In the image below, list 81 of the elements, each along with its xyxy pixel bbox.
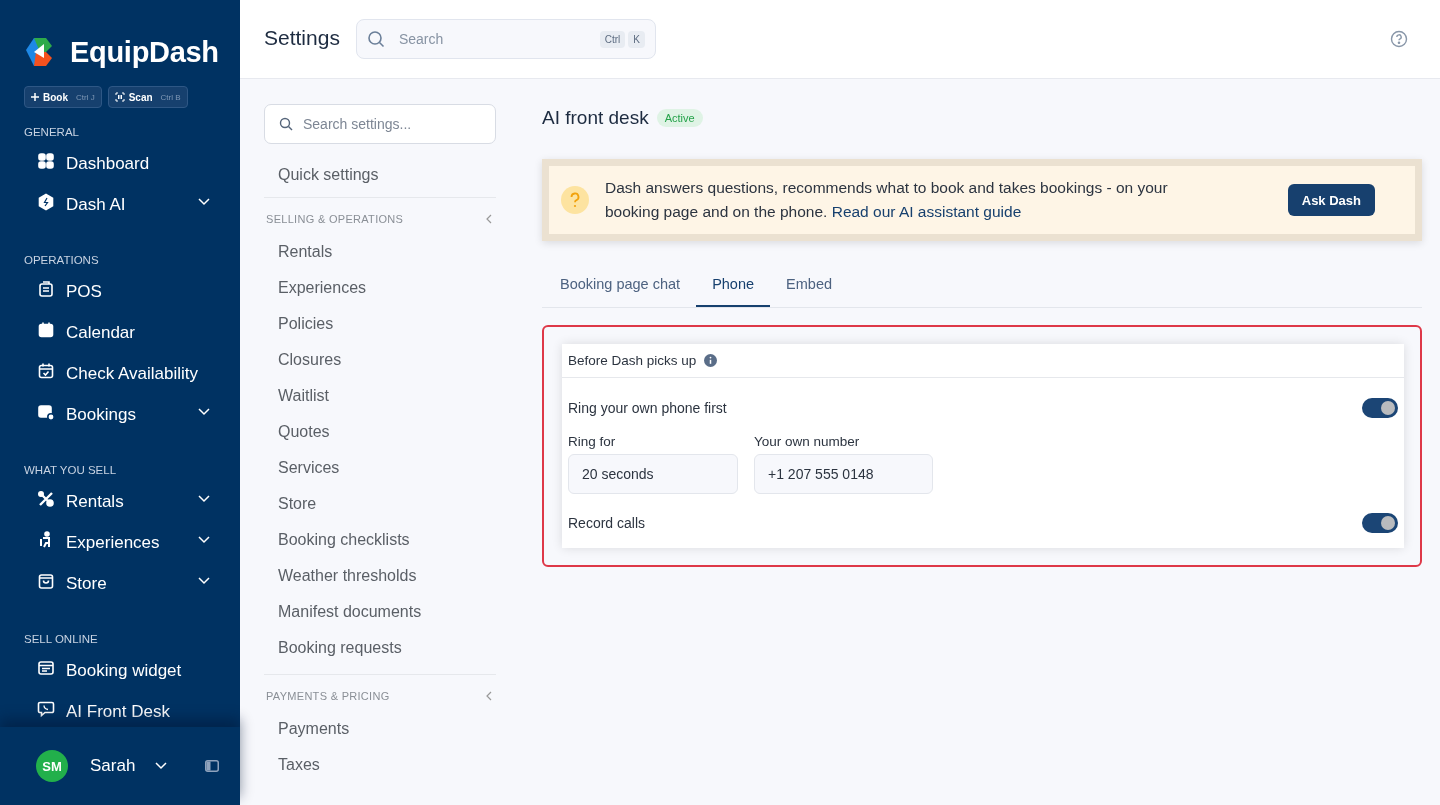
ask-dash-button[interactable]: Ask Dash [1287, 184, 1375, 216]
card-title: Before Dash picks up [568, 353, 697, 368]
help-icon[interactable] [1390, 30, 1408, 48]
nav-item[interactable]: Dash AI [24, 184, 240, 225]
quick-action-button[interactable]: Book Ctrl J [24, 86, 102, 108]
settings-group-title: PAYMENTS & PRICING [266, 690, 390, 702]
nav-item[interactable]: Rentals [24, 481, 240, 522]
status-badge: Active [656, 109, 703, 127]
tab[interactable]: Booking page chat [544, 263, 697, 307]
section-title: AI front desk [542, 107, 649, 129]
setting-label: Ring your own phone first [568, 400, 727, 416]
search-input[interactable]: Search [396, 30, 598, 48]
settings-link[interactable]: Taxes [264, 747, 496, 783]
settings-link[interactable]: Payments [264, 711, 496, 747]
collapse-icon[interactable] [486, 691, 492, 701]
toggle-switch[interactable] [1362, 513, 1398, 533]
settings-link[interactable]: Booking requests [264, 630, 496, 666]
collapse-icon[interactable] [486, 214, 492, 224]
settings-link[interactable]: Booking checklists [264, 522, 496, 558]
chevron-down-icon[interactable] [155, 762, 168, 770]
calendar-icon [37, 402, 55, 421]
sidebar-toggle-icon[interactable] [205, 760, 220, 772]
field-label: Your own number [754, 434, 861, 449]
hexagon-icon [37, 192, 55, 211]
settings-link[interactable]: Manifest documents [264, 594, 496, 630]
nav-item[interactable]: POS [24, 271, 240, 312]
settings-link[interactable]: Weather thresholds [264, 558, 496, 594]
calendar-icon [37, 320, 55, 339]
plus-icon [31, 93, 39, 101]
settings-link[interactable]: Waitlist [264, 378, 496, 414]
search-icon [279, 117, 293, 131]
nav-item[interactable]: Check Availability [24, 353, 240, 394]
notice-text: Dash answers questions, recommends what to book and takes bookings - on your booking page and on the phone. Read our AI assistant guide [605, 178, 1169, 222]
tab[interactable]: Embed [770, 263, 848, 307]
search-icon [366, 30, 385, 48]
settings-link[interactable]: Experiences [264, 270, 496, 306]
nav-section-title: SELL ONLINE [24, 632, 99, 647]
input-field[interactable]: 20 seconds [568, 454, 738, 494]
chat-icon [37, 699, 55, 718]
page-title: Settings [264, 26, 340, 50]
search-bar[interactable]: Search Ctrl K [355, 19, 656, 59]
widget-icon [37, 658, 55, 677]
shortcut-key: K [628, 30, 645, 48]
scan-icon [114, 92, 125, 102]
nav-section-title: WHAT YOU SELL [24, 463, 118, 478]
settings-link[interactable]: Store [264, 486, 496, 522]
nav-item[interactable]: Dashboard [24, 143, 240, 184]
settings-link[interactable]: Policies [264, 306, 496, 342]
settings-link[interactable]: Services [264, 450, 496, 486]
register-icon [37, 279, 55, 298]
nav-section-title: GENERAL [24, 125, 80, 140]
settings-link[interactable]: Quotes [264, 414, 496, 450]
settings-search-input[interactable]: Search settings... [301, 115, 481, 133]
guide-link[interactable]: Read our AI assistant guide [831, 203, 1022, 220]
settings-group-title: SELLING & OPERATIONS [266, 213, 404, 225]
quick-action-button[interactable]: Scan Ctrl B [107, 86, 188, 108]
bag-icon [37, 571, 55, 590]
settings-link[interactable]: Rentals [264, 234, 496, 270]
grid-icon [37, 151, 55, 170]
settings-search-bar[interactable]: Search settings... [264, 104, 496, 144]
nav-section-title: OPERATIONS [24, 253, 100, 268]
settings-link[interactable]: Closures [264, 342, 496, 378]
field-label: Ring for [568, 434, 617, 449]
input-field[interactable]: +1 207 555 0148 [754, 454, 933, 494]
nav-item[interactable]: Experiences [24, 522, 240, 563]
nav-item[interactable]: AI Front Desk [24, 691, 240, 727]
setting-label: Record calls [568, 515, 646, 531]
shortcut-key: Ctrl [599, 30, 626, 48]
brand-name: EquipDash [70, 35, 219, 69]
nav-item[interactable]: Bookings [24, 394, 240, 435]
info-icon[interactable] [704, 354, 718, 367]
user-name[interactable]: Sarah [90, 756, 136, 776]
toggle-switch[interactable] [1362, 398, 1398, 418]
nav-item[interactable]: Booking widget [24, 650, 240, 691]
question-icon [561, 186, 589, 214]
settings-link[interactable]: Quick settings [264, 152, 496, 198]
nav-item[interactable]: Calendar [24, 312, 240, 353]
tab[interactable]: Phone [696, 263, 771, 307]
nav-item[interactable]: Store [24, 563, 240, 604]
tools-icon [37, 489, 55, 508]
calendar-check-icon [37, 361, 55, 380]
